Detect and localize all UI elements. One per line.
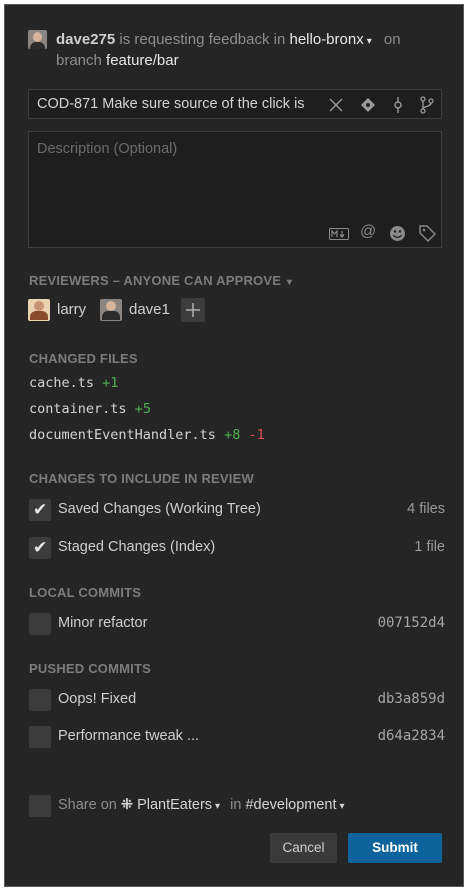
file-added: +1 (102, 375, 119, 391)
reviewer-avatar-dave1 (100, 299, 122, 321)
description-textarea[interactable]: Description (Optional) @ (28, 131, 442, 248)
local-commit-label: Minor refactor (58, 615, 148, 631)
branch-name: feature/bar (106, 52, 179, 69)
pushed-commit-sha: db3a859d (377, 691, 445, 707)
clear-icon[interactable] (329, 98, 343, 112)
share-on-text: Share on (58, 797, 117, 813)
staged-changes-checkbox[interactable]: ✔ (29, 537, 51, 559)
file-name: cache.ts (29, 375, 95, 391)
changed-file-row[interactable]: documentEventHandler.ts +8 -1 (29, 427, 265, 443)
share-checkbox[interactable] (29, 795, 51, 817)
tag-icon[interactable] (419, 225, 436, 242)
changed-file-row[interactable]: container.ts +5 (29, 401, 151, 417)
chevron-down-icon: ▾ (366, 36, 372, 47)
reviewers-title-text: REVIEWERS – ANYONE CAN APPROVE (29, 273, 282, 288)
jira-icon[interactable] (361, 98, 375, 112)
feedback-request-panel: dave275 is requesting feedback in hello-… (4, 4, 464, 887)
channel-name: #development (245, 797, 337, 813)
file-name: documentEventHandler.ts (29, 427, 216, 443)
local-commit-checkbox[interactable] (29, 613, 51, 635)
emoji-icon[interactable] (389, 225, 406, 242)
share-row: Share on ⁜ PlantEaters ▾ in #development ▾ (58, 797, 345, 813)
channel-dropdown[interactable]: #development ▾ (245, 797, 344, 813)
local-commits-title: LOCAL COMMITS (29, 585, 142, 600)
changed-file-row[interactable]: cache.ts +1 (29, 375, 118, 391)
header-requesting-text: is requesting feedback in (119, 31, 286, 48)
cancel-button[interactable]: Cancel (270, 833, 337, 863)
pushed-commit-sha: d64a2834 (377, 728, 445, 744)
branch-icon[interactable] (420, 96, 434, 114)
header-line-1: dave275 is requesting feedback in hello-… (56, 31, 401, 48)
pushed-commit-label: Performance tweak ... (58, 728, 200, 744)
staged-changes-label: Staged Changes (Index) (58, 539, 216, 555)
slack-icon: ⁜ (120, 797, 134, 813)
submit-button[interactable]: Submit (348, 833, 442, 863)
description-placeholder: Description (Optional) (37, 141, 178, 157)
share-in-text: in (230, 797, 242, 813)
header-on-text: on (383, 31, 401, 48)
user-avatar (28, 30, 47, 49)
add-reviewer-button[interactable] (181, 298, 205, 322)
header-line-2: branch feature/bar (56, 52, 179, 69)
plus-icon (186, 303, 200, 317)
reviewer-name: larry (57, 301, 87, 318)
chevron-down-icon: ▾ (339, 801, 345, 812)
pushed-commit-checkbox[interactable] (29, 726, 51, 748)
file-removed: -1 (248, 427, 265, 443)
saved-changes-label: Saved Changes (Working Tree) (58, 501, 261, 517)
file-name: container.ts (29, 401, 127, 417)
pushed-commits-title: PUSHED COMMITS (29, 661, 151, 676)
reviewer-avatar-larry (28, 299, 50, 321)
workspace-name: PlantEaters (137, 797, 213, 813)
pushed-commit-label: Oops! Fixed (58, 691, 137, 707)
header-user: dave275 (56, 31, 116, 48)
pushed-commit-checkbox[interactable] (29, 689, 51, 711)
chevron-down-icon: ▾ (286, 277, 293, 288)
title-input-box[interactable]: COD-871 Make sure source of the click is (28, 89, 442, 119)
repo-dropdown[interactable]: hello-bronx ▾ (290, 31, 372, 48)
chevron-down-icon: ▾ (215, 801, 221, 812)
reviewers-title[interactable]: REVIEWERS – ANYONE CAN APPROVE ▾ (29, 273, 292, 288)
saved-changes-count: 4 files (407, 501, 445, 517)
file-added: +5 (134, 401, 151, 417)
repo-name: hello-bronx (289, 31, 364, 48)
reviewer-name: dave1 (129, 301, 170, 318)
branch-prefix: branch (56, 52, 102, 69)
title-input[interactable]: COD-871 Make sure source of the click is (37, 96, 305, 112)
workspace-dropdown[interactable]: ⁜ PlantEaters ▾ (121, 797, 224, 813)
file-added: +8 (224, 427, 241, 443)
mention-icon[interactable]: @ (360, 223, 376, 241)
markdown-icon[interactable] (329, 228, 349, 240)
checkmark-icon: ✔ (33, 538, 48, 557)
saved-changes-checkbox[interactable]: ✔ (29, 499, 51, 521)
commit-icon[interactable] (391, 97, 405, 113)
changes-include-title: CHANGES TO INCLUDE IN REVIEW (29, 471, 254, 486)
local-commit-sha: 007152d4 (377, 615, 445, 631)
changed-files-title: CHANGED FILES (29, 351, 138, 366)
staged-changes-count: 1 file (414, 539, 445, 555)
checkmark-icon: ✔ (33, 500, 48, 519)
